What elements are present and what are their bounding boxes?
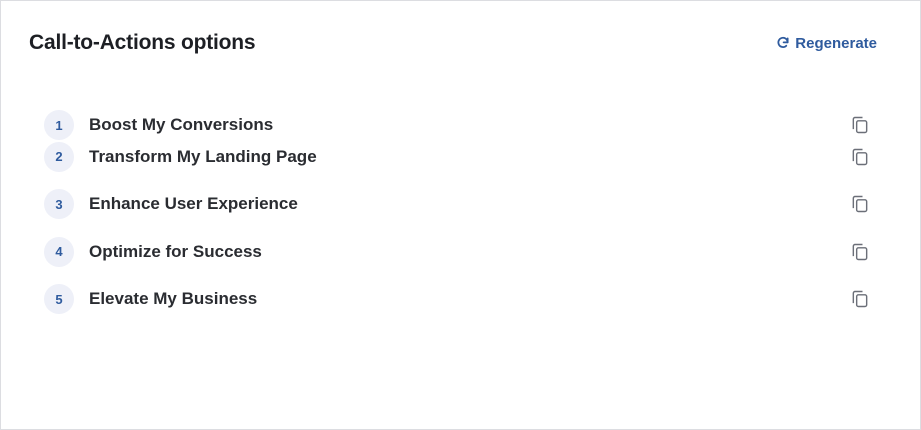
copy-icon: [850, 289, 870, 309]
option-label: Enhance User Experience: [89, 194, 298, 214]
option-label: Optimize for Success: [89, 241, 262, 261]
option-content: 4 Optimize for Success: [44, 236, 262, 267]
regenerate-label: Regenerate: [795, 34, 877, 52]
option-number-badge: 1: [44, 110, 74, 140]
copy-button[interactable]: [848, 192, 872, 216]
copy-icon: [850, 194, 870, 214]
cta-options-list: 1 Boost My Conversions 2 Transform My La…: [44, 109, 872, 331]
copy-button[interactable]: [848, 287, 872, 311]
cta-options-panel: Call-to-Actions options Regenerate 1 Boo…: [0, 0, 921, 430]
panel-title: Call-to-Actions options: [29, 31, 256, 54]
regenerate-button[interactable]: Regenerate: [776, 35, 877, 52]
option-number-badge: 5: [44, 284, 74, 315]
copy-icon: [850, 242, 870, 262]
option-content: 1 Boost My Conversions: [44, 110, 273, 140]
copy-button[interactable]: [848, 113, 872, 137]
refresh-icon: [776, 36, 790, 50]
copy-button[interactable]: [848, 240, 872, 264]
copy-icon: [850, 115, 870, 135]
option-content: 5 Elevate My Business: [44, 284, 258, 315]
option-label: Transform My Landing Page: [89, 146, 317, 166]
panel-header: Call-to-Actions options Regenerate: [29, 28, 877, 58]
copy-button[interactable]: [848, 145, 872, 169]
option-number-badge: 4: [44, 236, 74, 267]
option-label: Elevate My Business: [89, 289, 258, 309]
list-item: 5 Elevate My Business: [44, 268, 872, 332]
option-number-badge: 2: [44, 141, 74, 172]
option-label: Boost My Conversions: [89, 115, 274, 134]
option-content: 2 Transform My Landing Page: [44, 141, 317, 172]
option-content: 3 Enhance User Experience: [44, 189, 298, 220]
copy-icon: [850, 147, 870, 167]
option-number-badge: 3: [44, 189, 74, 220]
